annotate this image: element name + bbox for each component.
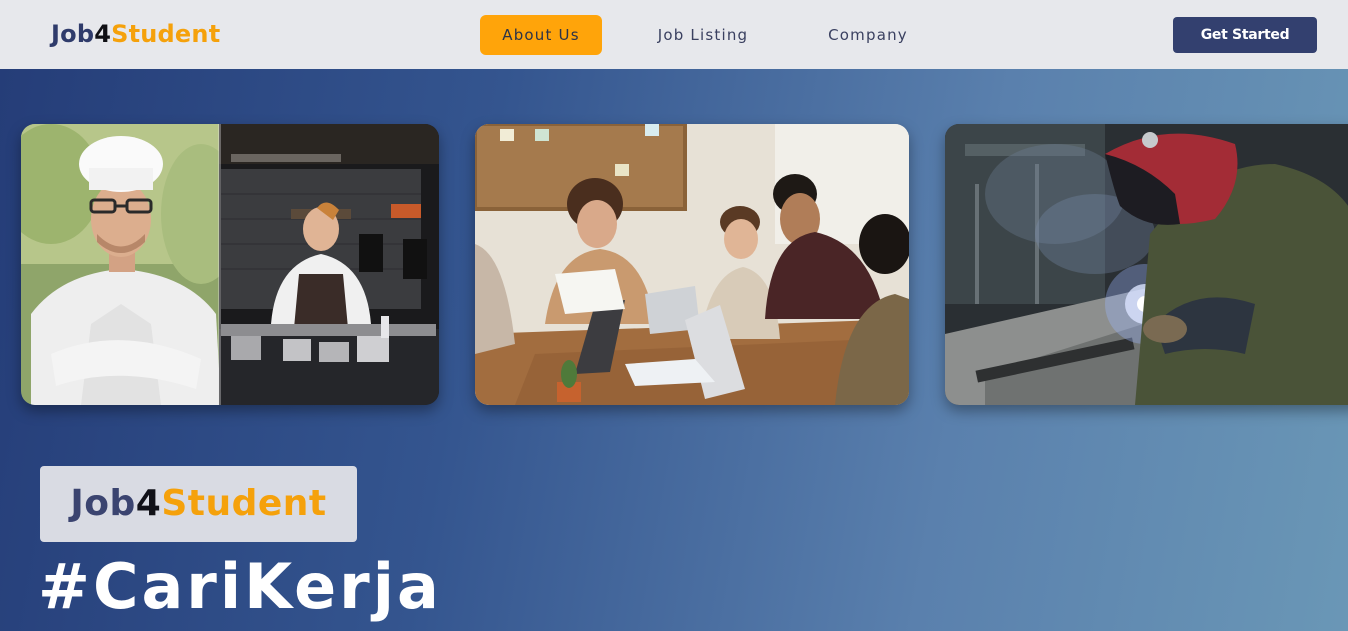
get-started-button[interactable]: Get Started <box>1173 17 1317 53</box>
brand-badge-part-4: 4 <box>135 483 162 524</box>
brand-badge: Job4Student <box>40 466 357 542</box>
hero-hashtag-heading: #CariKerja <box>38 550 442 623</box>
nav-company[interactable]: Company <box>818 15 918 55</box>
brand-badge-part-job: Job <box>70 483 136 524</box>
welder-photo <box>945 124 1348 405</box>
nav-job-listing[interactable]: Job Listing <box>648 15 758 55</box>
nav-about-us[interactable]: About Us <box>480 15 602 55</box>
brand-logo[interactable]: Job4Student <box>51 18 220 50</box>
brand-badge-part-student: Student <box>161 483 327 524</box>
brand-logo-part-4: 4 <box>94 20 112 48</box>
hero-section: Job4Student #CariKerja <box>0 69 1348 631</box>
chef-photo <box>21 124 439 405</box>
welder-photo-card <box>945 124 1348 405</box>
brand-logo-part-job: Job <box>51 20 95 48</box>
team-meeting-photo <box>475 124 909 405</box>
team-meeting-photo-card <box>475 124 909 405</box>
top-navbar: Job4Student About Us Job Listing Company… <box>0 0 1348 69</box>
brand-logo-part-student: Student <box>111 20 221 48</box>
chef-photo-card <box>21 124 439 405</box>
